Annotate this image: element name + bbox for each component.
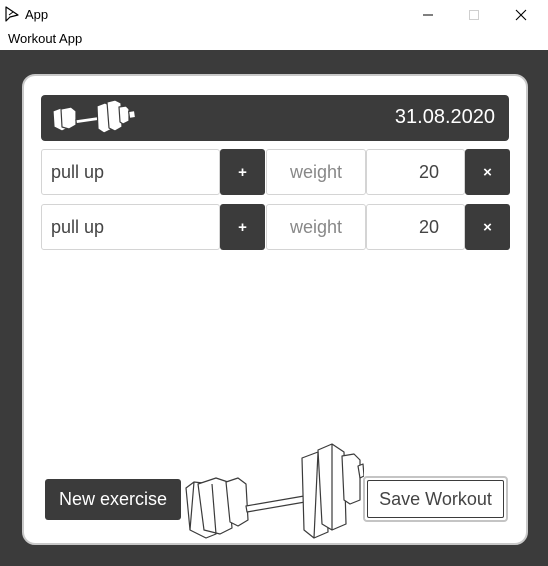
menu-item-workout-app[interactable]: Workout App <box>8 31 82 46</box>
exercise-name-input[interactable]: pull up <box>41 149 220 195</box>
add-set-button[interactable]: + <box>220 204 265 250</box>
dumbbell-icon <box>52 99 137 134</box>
minimize-icon <box>423 14 433 16</box>
exercise-row: pull up + weight 20 × <box>41 149 510 195</box>
dumbbell-illustration-icon <box>185 443 364 539</box>
exercise-row: pull up + weight 20 × <box>41 204 510 250</box>
maximize-icon <box>469 10 479 20</box>
close-button[interactable] <box>498 0 544 30</box>
app-background: 31.08.2020 pull up + weight 20 × pull up… <box>0 50 548 566</box>
remove-exercise-button[interactable]: × <box>465 204 510 250</box>
workout-date: 31.08.2020 <box>394 106 495 128</box>
minimize-button[interactable] <box>405 0 451 30</box>
menu-bar: Workout App <box>0 30 548 50</box>
add-set-button[interactable]: + <box>220 149 265 195</box>
app-arrow-icon <box>5 6 19 22</box>
reps-input[interactable]: 20 <box>366 149 465 195</box>
save-workout-button[interactable]: Save Workout <box>363 476 508 522</box>
weight-input[interactable]: weight <box>266 204 366 250</box>
remove-exercise-button[interactable]: × <box>465 149 510 195</box>
close-icon <box>515 9 527 21</box>
window-title: App <box>25 7 49 22</box>
exercise-name-input[interactable]: pull up <box>41 204 220 250</box>
workout-card: 31.08.2020 pull up + weight 20 × pull up… <box>22 74 528 545</box>
maximize-button[interactable] <box>451 0 497 30</box>
window-title-bar: App <box>0 0 548 30</box>
reps-input[interactable]: 20 <box>366 204 465 250</box>
workout-header: 31.08.2020 <box>41 95 509 141</box>
new-exercise-button[interactable]: New exercise <box>45 479 181 520</box>
weight-input[interactable]: weight <box>266 149 366 195</box>
save-workout-label: Save Workout <box>379 488 492 509</box>
